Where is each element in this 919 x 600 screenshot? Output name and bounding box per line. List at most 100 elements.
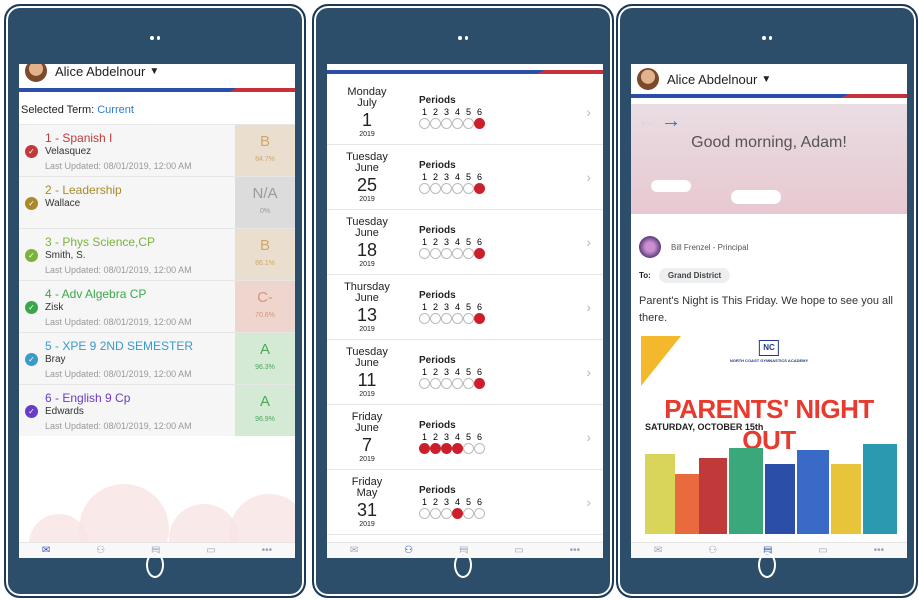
period-number: 1: [421, 237, 427, 247]
period-number: 5: [465, 107, 471, 117]
chevron-right-icon[interactable]: ›: [586, 429, 591, 445]
attendance-row[interactable]: Tuesday June 18 2019 Periods 1 2 3 4 5 6 ›: [327, 210, 603, 275]
weekday: Thursday: [344, 280, 390, 293]
term-selector[interactable]: Selected Term: Current: [19, 98, 295, 124]
periods-label: Periods: [419, 355, 456, 366]
mail-icon[interactable]: ✉: [42, 545, 50, 556]
period-status-dot: [463, 378, 474, 389]
user-switcher[interactable]: Alice Abdelnour ▼: [631, 64, 907, 94]
attendance-date: Tuesday June 18 2019: [327, 216, 407, 268]
course-row[interactable]: ✓ 3 - Phys Science,CP Smith, S. Last Update…: [19, 228, 295, 280]
chevron-down-icon[interactable]: ✓: [25, 197, 38, 210]
chevron-right-icon[interactable]: ›: [586, 234, 591, 250]
day: 11: [357, 369, 377, 390]
period-number: 1: [421, 172, 427, 182]
chevron-down-icon[interactable]: ✓: [25, 301, 38, 314]
course-updated: Last Updated: 08/01/2019, 12:00 AM: [45, 317, 192, 327]
periods: Periods 1 2 3 4 5 6: [419, 290, 485, 324]
attendance-row[interactable]: Tuesday June 25 2019 Periods 1 2 3 4 5 6 ›: [327, 145, 603, 210]
home-button[interactable]: [758, 552, 776, 578]
chevron-right-icon[interactable]: ›: [586, 364, 591, 380]
course-row[interactable]: ✓ 2 - Leadership Wallace N/A 0%: [19, 176, 295, 228]
card-icon[interactable]: ▭: [818, 545, 827, 556]
term-value[interactable]: Current: [97, 104, 134, 116]
user-switcher[interactable]: Alice Abdelnour ▼: [19, 64, 295, 88]
decorative-bubbles: [19, 484, 295, 558]
camera-icon: [150, 36, 160, 42]
card-icon[interactable]: ▭: [514, 545, 523, 556]
chevron-down-icon[interactable]: ✓: [25, 249, 38, 262]
period-number: 5: [465, 237, 471, 247]
home-button[interactable]: [454, 552, 472, 578]
period-status-dot: [452, 313, 463, 324]
period-number: 1: [421, 367, 427, 377]
more-icon[interactable]: •••: [874, 545, 885, 556]
attendance-row[interactable]: Thursday June 13 2019 Periods 1 2 3 4 5 6 ›: [327, 275, 603, 340]
grade-letter: B: [259, 237, 270, 254]
period-status-dot: [441, 313, 452, 324]
course-row[interactable]: ✓ 4 - Adv Algebra CP Zisk Last Updated: 08/…: [19, 280, 295, 332]
attendance-row[interactable]: Friday June 7 2019 Periods 1 2 3 4 5 6 ›: [327, 405, 603, 470]
more-icon[interactable]: •••: [262, 545, 273, 556]
chevron-right-icon[interactable]: ›: [586, 299, 591, 315]
period-status-dot: [419, 443, 430, 454]
period-status-dot: [419, 118, 430, 129]
periods-label: Periods: [419, 420, 456, 431]
chevron-right-icon[interactable]: ›: [586, 494, 591, 510]
period-status-dot: [452, 443, 463, 454]
feed-screen: Alice Abdelnour ▼ ← → Good morning, Adam!…: [631, 64, 907, 558]
chevron-down-icon[interactable]: ✓: [25, 405, 38, 418]
grade-cell: A 96.3%: [235, 333, 295, 384]
attendance-row[interactable]: Tuesday June 11 2019 Periods 1 2 3 4 5 6 ›: [327, 340, 603, 405]
grade-percent: 96.3%: [255, 364, 275, 371]
back-arrow-icon[interactable]: ←: [637, 110, 657, 132]
period-status-dot: [474, 248, 485, 259]
flyer-image[interactable]: NC NORTH COAST GYMNASTICS ACADEMY PARENTS…: [639, 334, 899, 534]
people-icon[interactable]: ⚇: [404, 545, 413, 556]
period-number: 1: [421, 497, 427, 507]
period-number: 6: [476, 432, 482, 442]
period-number: 3: [443, 172, 449, 182]
attendance-row[interactable]: Monday July 1 2019 Periods 1 2 3 4 5 6 ›: [327, 80, 603, 145]
periods-label: Periods: [419, 290, 456, 301]
chevron-down-icon[interactable]: ✓: [25, 353, 38, 366]
period-status-dot: [452, 378, 463, 389]
period-status-dot: [452, 183, 463, 194]
course-row[interactable]: ✓ 5 - XPE 9 2ND SEMESTER Bray Last Updated:…: [19, 332, 295, 384]
chevron-right-icon[interactable]: ›: [586, 169, 591, 185]
feed-post[interactable]: Bill Frenzel - Principal To: Grand Distr…: [631, 214, 907, 544]
mail-icon[interactable]: ✉: [654, 545, 662, 556]
recipient-chip[interactable]: Grand District: [658, 268, 731, 283]
people-icon[interactable]: ⚇: [96, 545, 105, 556]
forward-arrow-icon[interactable]: →: [661, 110, 681, 132]
periods-label: Periods: [419, 225, 456, 236]
period-number: 2: [432, 237, 438, 247]
period-number: 3: [443, 367, 449, 377]
period-status-dot: [430, 118, 441, 129]
periods: Periods 1 2 3 4 5 6: [419, 420, 485, 454]
home-button[interactable]: [146, 552, 164, 578]
people-icon[interactable]: ⚇: [708, 545, 717, 556]
period-status-dot: [441, 508, 452, 519]
mail-icon[interactable]: ✉: [350, 545, 358, 556]
period-number: 6: [476, 107, 482, 117]
to-label: To:: [639, 271, 651, 280]
caret-down-icon: ▼: [761, 73, 772, 85]
period-number: 5: [465, 367, 471, 377]
period-number: 2: [432, 107, 438, 117]
attendance-row[interactable]: Friday May 31 2019 Periods 1 2 3 4 5 6 ›: [327, 470, 603, 535]
course-row[interactable]: ✓ 1 - Spanish I Velasquez Last Updated: 08/…: [19, 124, 295, 176]
more-icon[interactable]: •••: [570, 545, 581, 556]
attendance-screen: Monday July 1 2019 Periods 1 2 3 4 5 6 › Tuesday June…: [327, 64, 603, 558]
period-status-dot: [419, 183, 430, 194]
course-info: ✓ 2 - Leadership Wallace: [19, 177, 235, 228]
periods: Periods 1 2 3 4 5 6: [419, 355, 485, 389]
attendance-date: Thursday June 13 2019: [327, 280, 407, 333]
card-icon[interactable]: ▭: [206, 545, 215, 556]
weekday: Tuesday: [346, 150, 388, 163]
chevron-down-icon[interactable]: ✓: [25, 145, 38, 158]
course-row[interactable]: ✓ 6 - English 9 Cp Edwards Last Updated: 08…: [19, 384, 295, 436]
period-number: 4: [454, 107, 460, 117]
period-status-dot: [452, 118, 463, 129]
chevron-right-icon[interactable]: ›: [586, 104, 591, 120]
